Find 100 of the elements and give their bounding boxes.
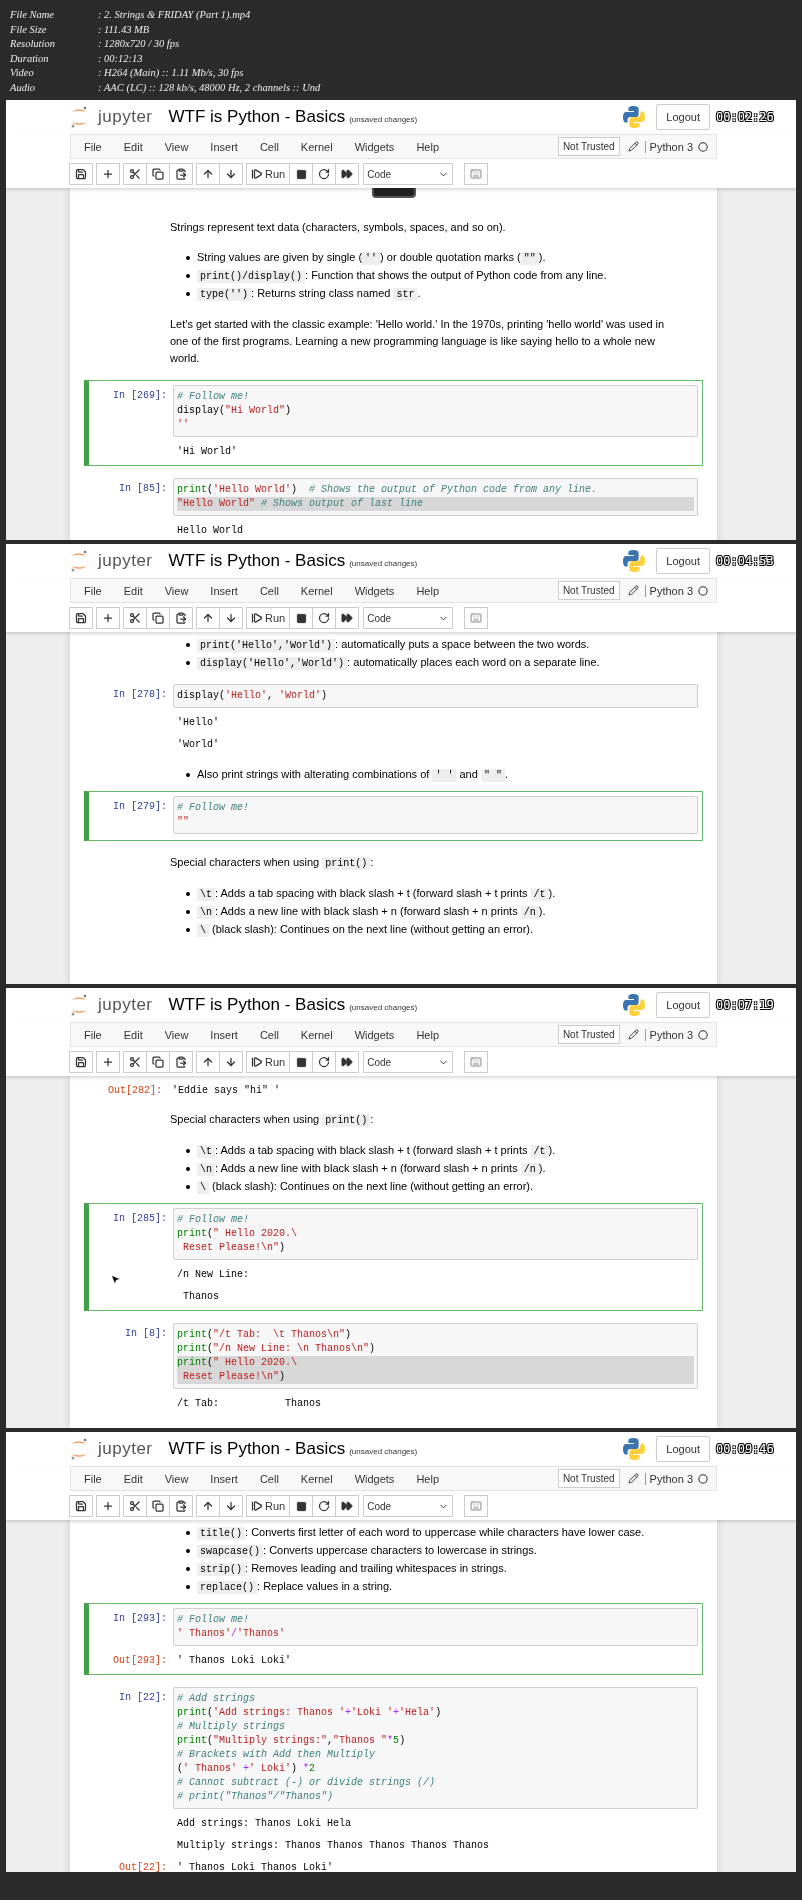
save-button[interactable]	[69, 607, 93, 629]
code-input[interactable]: # Follow me! ""	[173, 796, 698, 834]
run-button[interactable]: Run	[246, 1051, 291, 1073]
menu-item[interactable]: Widgets	[349, 1028, 406, 1041]
notebook-title[interactable]: WTF is Python - Basics	[168, 995, 346, 1015]
cut-button[interactable]	[123, 163, 147, 185]
paste-button[interactable]	[169, 1051, 193, 1073]
run-button[interactable]: Run	[246, 163, 291, 185]
menu-item[interactable]: Edit	[118, 140, 154, 153]
menu-item[interactable]: Help	[411, 140, 450, 153]
menu-item[interactable]: Insert	[205, 1472, 249, 1485]
code-cell[interactable]: In [269]: # Follow me! display("Hi World") '' 'Hi World'	[84, 380, 703, 466]
logout-button[interactable]: Logout	[656, 992, 710, 1018]
cut-button[interactable]	[123, 607, 147, 629]
menu-item[interactable]: Edit	[118, 1472, 154, 1485]
menu-item[interactable]: Kernel	[295, 1028, 344, 1041]
restart-button[interactable]	[312, 1495, 337, 1517]
cell-type-select[interactable]: Code	[363, 607, 454, 629]
stop-button[interactable]	[289, 163, 314, 185]
cell-type-select[interactable]: Code	[363, 163, 454, 185]
menu-item[interactable]: Kernel	[295, 1472, 344, 1485]
move-down-button[interactable]	[219, 1051, 243, 1073]
code-cell[interactable]: In [279]: # Follow me! ""	[84, 791, 703, 841]
menu-item[interactable]: File	[79, 1472, 113, 1485]
edit-icon[interactable]	[627, 585, 639, 596]
notebook-title[interactable]: WTF is Python - Basics	[168, 551, 346, 571]
menu-item[interactable]: Cell	[254, 584, 290, 597]
menu-item[interactable]: Edit	[118, 1028, 154, 1041]
trust-button[interactable]: Not Trusted	[557, 581, 620, 600]
cell-type-select[interactable]: Code	[363, 1495, 454, 1517]
menu-item[interactable]: Help	[411, 584, 450, 597]
run-all-button[interactable]	[335, 1495, 360, 1517]
copy-button[interactable]	[146, 163, 170, 185]
code-input[interactable]: # Add strings print('Add strings: Thanos '+'Loki '+'Hela') # Multiply strings print("Multiply strings:","Thanos "*5) # Brackets with Add then Multiply (' Thanos' +' Loki') *2 # Cannot subtract (-) or divide strings (/) # print("Thanos"/"Thanos")	[173, 1687, 698, 1809]
code-input[interactable]: # Follow me! display("Hi World") ''	[173, 385, 698, 437]
run-all-button[interactable]	[335, 163, 360, 185]
run-all-button[interactable]	[335, 607, 360, 629]
notebook-title[interactable]: WTF is Python - Basics	[168, 107, 346, 127]
stop-button[interactable]	[289, 1051, 314, 1073]
menu-item[interactable]: Kernel	[295, 584, 344, 597]
menu-item[interactable]: File	[79, 140, 113, 153]
menu-item[interactable]: Help	[411, 1472, 450, 1485]
menu-item[interactable]: Widgets	[349, 584, 406, 597]
restart-button[interactable]	[312, 607, 337, 629]
menu-item[interactable]: View	[159, 1028, 200, 1041]
code-cell[interactable]: In [85]: print('Hello World') # Shows the output of Python code from any line. "Hello World" # Shows output of last line Hello World	[84, 473, 703, 540]
code-input[interactable]: print("/t Tab: \t Thanos\n") print("/n New Line: \n Thanos\n") print(" Hello 2020.\ Reset Please!\n")	[173, 1323, 698, 1389]
add-cell-button[interactable]	[96, 163, 120, 185]
save-button[interactable]	[69, 1495, 93, 1517]
edit-icon[interactable]	[627, 1029, 639, 1040]
menu-item[interactable]: Insert	[205, 584, 249, 597]
menu-item[interactable]: View	[159, 584, 200, 597]
copy-button[interactable]	[146, 1051, 170, 1073]
trust-button[interactable]: Not Trusted	[557, 1469, 620, 1488]
paste-button[interactable]	[169, 163, 193, 185]
move-down-button[interactable]	[219, 607, 243, 629]
menu-item[interactable]: Insert	[205, 140, 249, 153]
menu-item[interactable]: Widgets	[349, 1472, 406, 1485]
restart-button[interactable]	[312, 1051, 337, 1073]
code-cell[interactable]: In [285]: # Follow me! print(" Hello 2020.\ Reset Please!\n") /n New Line: Thanos	[84, 1203, 703, 1311]
add-cell-button[interactable]	[96, 607, 120, 629]
menu-item[interactable]: File	[79, 1028, 113, 1041]
notebook-title[interactable]: WTF is Python - Basics	[168, 1439, 346, 1459]
menu-item[interactable]: View	[159, 1472, 200, 1485]
cut-button[interactable]	[123, 1051, 147, 1073]
logout-button[interactable]: Logout	[656, 1436, 710, 1462]
code-input[interactable]: # Follow me! print(" Hello 2020.\ Reset Please!\n")	[173, 1208, 698, 1260]
copy-button[interactable]	[146, 607, 170, 629]
menu-item[interactable]: Cell	[254, 1028, 290, 1041]
paste-button[interactable]	[169, 607, 193, 629]
menu-item[interactable]: Cell	[254, 1472, 290, 1485]
move-up-button[interactable]	[196, 607, 220, 629]
menu-item[interactable]: Insert	[205, 1028, 249, 1041]
code-input[interactable]: print('Hello World') # Shows the output of Python code from any line. "Hello World" # Shows output of last line	[173, 478, 698, 516]
run-all-button[interactable]	[335, 1051, 360, 1073]
move-down-button[interactable]	[219, 1495, 243, 1517]
trust-button[interactable]: Not Trusted	[557, 137, 620, 156]
save-button[interactable]	[69, 163, 93, 185]
code-cell[interactable]: In [278]: display('Hello', 'World') 'Hello' 'World'	[84, 679, 703, 759]
run-button[interactable]: Run	[246, 1495, 291, 1517]
logout-button[interactable]: Logout	[656, 548, 710, 574]
cut-button[interactable]	[123, 1495, 147, 1517]
code-cell[interactable]: In [8]: print("/t Tab: \t Thanos\n") print("/n New Line: \n Thanos\n") print(" Hello 2020.\ Reset Please!\n") /t Tab: Thanos	[84, 1318, 703, 1418]
menu-item[interactable]: Kernel	[295, 140, 344, 153]
add-cell-button[interactable]	[96, 1051, 120, 1073]
code-input[interactable]: # Follow me! ' Thanos'/'Thanos'	[173, 1608, 698, 1646]
move-up-button[interactable]	[196, 1495, 220, 1517]
run-button[interactable]: Run	[246, 607, 291, 629]
add-cell-button[interactable]	[96, 1495, 120, 1517]
edit-icon[interactable]	[627, 141, 639, 152]
menu-item[interactable]: Help	[411, 1028, 450, 1041]
code-cell[interactable]: In [293]: # Follow me! ' Thanos'/'Thanos' Out[293]: ' Thanos Loki Loki'	[84, 1603, 703, 1675]
edit-icon[interactable]	[627, 1473, 639, 1484]
menu-item[interactable]: View	[159, 140, 200, 153]
save-button[interactable]	[69, 1051, 93, 1073]
move-down-button[interactable]	[219, 163, 243, 185]
code-input[interactable]: display('Hello', 'World')	[173, 684, 698, 708]
move-up-button[interactable]	[196, 1051, 220, 1073]
menu-item[interactable]: Edit	[118, 584, 154, 597]
stop-button[interactable]	[289, 1495, 314, 1517]
